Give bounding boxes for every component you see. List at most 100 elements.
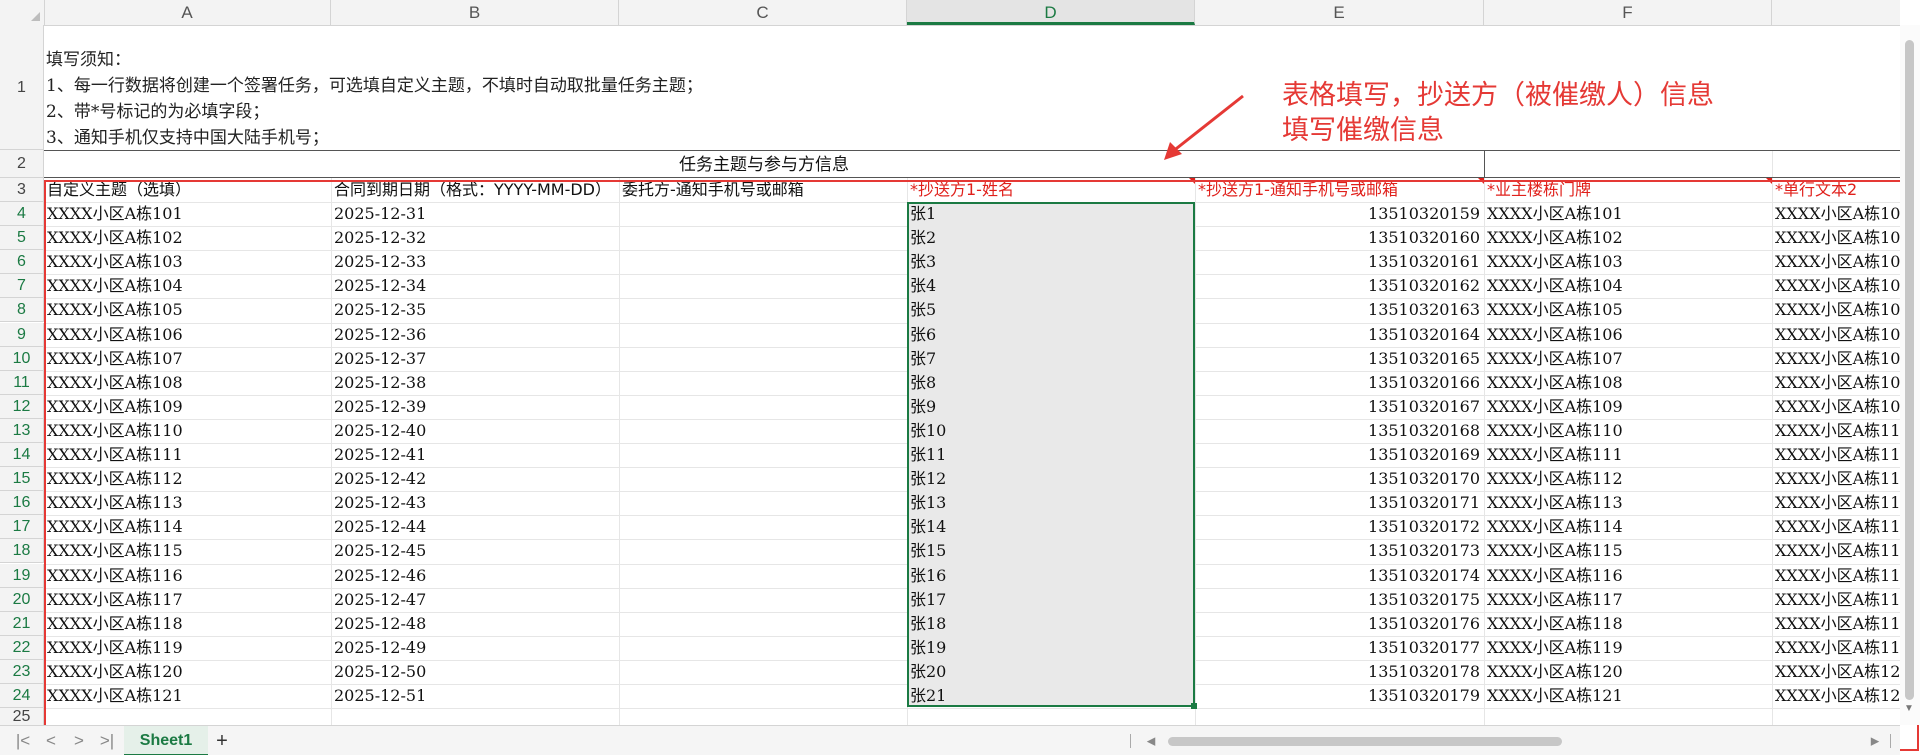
row-header-20[interactable]: 20 bbox=[0, 587, 44, 612]
cell-theme[interactable]: XXXX小区A栋109 bbox=[44, 395, 331, 419]
cell-cc-phone[interactable]: 13510320159 bbox=[1195, 202, 1484, 226]
cell-cc-phone[interactable]: 13510320176 bbox=[1195, 612, 1484, 636]
cell-theme[interactable]: XXXX小区A栋102 bbox=[44, 226, 331, 250]
row-header-13[interactable]: 13 bbox=[0, 418, 44, 443]
column-header-b[interactable]: B bbox=[331, 0, 619, 25]
cell-cc-phone[interactable]: 13510320179 bbox=[1195, 684, 1484, 708]
scroll-right-icon[interactable]: ▸ bbox=[1864, 726, 1886, 755]
cell-unit[interactable]: XXXX小区A栋101 bbox=[1484, 202, 1772, 226]
cell-due-date[interactable]: 2025-12-37 bbox=[331, 347, 619, 371]
cell-due-date[interactable]: 2025-12-45 bbox=[331, 539, 619, 563]
row-header-17[interactable]: 17 bbox=[0, 515, 44, 540]
cell-cc-phone[interactable]: 13510320177 bbox=[1195, 636, 1484, 660]
cell-theme[interactable]: XXXX小区A栋111 bbox=[44, 443, 331, 467]
row-header-10[interactable]: 10 bbox=[0, 346, 44, 371]
cell-unit[interactable]: XXXX小区A栋113 bbox=[1484, 491, 1772, 515]
cell-unit[interactable]: XXXX小区A栋119 bbox=[1484, 636, 1772, 660]
cell-due-date[interactable]: 2025-12-41 bbox=[331, 443, 619, 467]
cell-text2[interactable]: XXXX小区A栋120 bbox=[1772, 660, 1920, 684]
cell-theme[interactable]: XXXX小区A栋105 bbox=[44, 298, 331, 322]
cell-text2[interactable]: XXXX小区A栋107 bbox=[1772, 347, 1920, 371]
cell-due-date[interactable]: 2025-12-44 bbox=[331, 515, 619, 539]
cell-cc-name[interactable]: 张8 bbox=[907, 371, 1195, 395]
cell-theme[interactable]: XXXX小区A栋106 bbox=[44, 323, 331, 347]
cell-unit[interactable]: XXXX小区A栋114 bbox=[1484, 515, 1772, 539]
cell-cc-phone[interactable]: 13510320165 bbox=[1195, 347, 1484, 371]
row-header-11[interactable]: 11 bbox=[0, 370, 44, 395]
cell-cc-name[interactable]: 张1 bbox=[907, 202, 1195, 226]
row-header-19[interactable]: 19 bbox=[0, 563, 44, 588]
vertical-scrollbar-thumb[interactable] bbox=[1905, 40, 1914, 700]
cell-unit[interactable]: XXXX小区A栋121 bbox=[1484, 684, 1772, 708]
cell-due-date[interactable]: 2025-12-51 bbox=[331, 684, 619, 708]
cell-cc-phone[interactable]: 13510320174 bbox=[1195, 564, 1484, 588]
row-header-23[interactable]: 23 bbox=[0, 659, 44, 684]
cell-unit[interactable]: XXXX小区A栋103 bbox=[1484, 250, 1772, 274]
cell-due-date[interactable]: 2025-12-40 bbox=[331, 419, 619, 443]
cell-unit[interactable]: XXXX小区A栋118 bbox=[1484, 612, 1772, 636]
cell-cc-phone[interactable]: 13510320173 bbox=[1195, 539, 1484, 563]
row-header-3[interactable]: 3 bbox=[0, 178, 44, 202]
cell-text2[interactable]: XXXX小区A栋121 bbox=[1772, 684, 1920, 708]
cell-theme[interactable]: XXXX小区A栋112 bbox=[44, 467, 331, 491]
cell-due-date[interactable]: 2025-12-50 bbox=[331, 660, 619, 684]
cell-cc-name[interactable]: 张12 bbox=[907, 467, 1195, 491]
cell-cc-phone[interactable]: 13510320169 bbox=[1195, 443, 1484, 467]
cell-text2[interactable]: XXXX小区A栋113 bbox=[1772, 491, 1920, 515]
cell-text2[interactable]: XXXX小区A栋119 bbox=[1772, 636, 1920, 660]
row-header-15[interactable]: 15 bbox=[0, 467, 44, 492]
column-header-e[interactable]: E bbox=[1195, 0, 1484, 25]
row-header-2[interactable]: 2 bbox=[0, 150, 44, 178]
cell-cc-name[interactable]: 张2 bbox=[907, 226, 1195, 250]
cell-theme[interactable]: XXXX小区A栋101 bbox=[44, 202, 331, 226]
row-header-7[interactable]: 7 bbox=[0, 274, 44, 299]
row-header-4[interactable]: 4 bbox=[0, 202, 44, 227]
cell-cc-name[interactable]: 张5 bbox=[907, 298, 1195, 322]
cell-text2[interactable]: XXXX小区A栋103 bbox=[1772, 250, 1920, 274]
cell-due-date[interactable]: 2025-12-42 bbox=[331, 467, 619, 491]
sheet-tab-sheet1[interactable]: Sheet1 bbox=[124, 726, 208, 755]
cell-theme[interactable]: XXXX小区A栋103 bbox=[44, 250, 331, 274]
add-sheet-button[interactable]: + bbox=[210, 726, 234, 755]
scroll-down-icon[interactable]: ▼ bbox=[1904, 703, 1914, 714]
merged-header-cell-right[interactable] bbox=[1484, 150, 1900, 178]
cell-unit[interactable]: XXXX小区A栋108 bbox=[1484, 371, 1772, 395]
cell-theme[interactable]: XXXX小区A栋120 bbox=[44, 660, 331, 684]
cell-cc-name[interactable]: 张9 bbox=[907, 395, 1195, 419]
cell-cc-phone[interactable]: 13510320175 bbox=[1195, 588, 1484, 612]
horizontal-scrollbar-thumb[interactable] bbox=[1168, 737, 1562, 746]
row-header-14[interactable]: 14 bbox=[0, 443, 44, 468]
row-header-16[interactable]: 16 bbox=[0, 491, 44, 516]
cell-unit[interactable]: XXXX小区A栋115 bbox=[1484, 539, 1772, 563]
header-cell-5[interactable]: *业主楼栋门牌 bbox=[1484, 178, 1772, 202]
cell-text2[interactable]: XXXX小区A栋102 bbox=[1772, 226, 1920, 250]
cell-theme[interactable]: XXXX小区A栋113 bbox=[44, 491, 331, 515]
cell-cc-phone[interactable]: 13510320161 bbox=[1195, 250, 1484, 274]
row-header-25[interactable]: 25 bbox=[0, 708, 44, 727]
cell-unit[interactable]: XXXX小区A栋110 bbox=[1484, 419, 1772, 443]
cell-cc-name[interactable]: 张21 bbox=[907, 684, 1195, 708]
cell-due-date[interactable]: 2025-12-32 bbox=[331, 226, 619, 250]
scroll-left-icon[interactable]: ◂ bbox=[1140, 726, 1162, 755]
cell-cc-name[interactable]: 张19 bbox=[907, 636, 1195, 660]
cell-unit[interactable]: XXXX小区A栋111 bbox=[1484, 443, 1772, 467]
cell-due-date[interactable]: 2025-12-47 bbox=[331, 588, 619, 612]
header-cell-2[interactable]: 委托方-通知手机号或邮箱 bbox=[619, 178, 907, 202]
cell-cc-phone[interactable]: 13510320160 bbox=[1195, 226, 1484, 250]
cell-cc-name[interactable]: 张11 bbox=[907, 443, 1195, 467]
cell-cc-name[interactable]: 张3 bbox=[907, 250, 1195, 274]
row-header-22[interactable]: 22 bbox=[0, 635, 44, 660]
cell-cc-phone[interactable]: 13510320168 bbox=[1195, 419, 1484, 443]
cell-cc-name[interactable]: 张10 bbox=[907, 419, 1195, 443]
cell-theme[interactable]: XXXX小区A栋117 bbox=[44, 588, 331, 612]
cell-text2[interactable]: XXXX小区A栋110 bbox=[1772, 419, 1920, 443]
cell-theme[interactable]: XXXX小区A栋119 bbox=[44, 636, 331, 660]
header-cell-3[interactable]: *抄送方1-姓名 bbox=[907, 178, 1195, 202]
cell-due-date[interactable]: 2025-12-49 bbox=[331, 636, 619, 660]
cell-unit[interactable]: XXXX小区A栋117 bbox=[1484, 588, 1772, 612]
cell-text2[interactable]: XXXX小区A栋117 bbox=[1772, 588, 1920, 612]
cell-theme[interactable]: XXXX小区A栋108 bbox=[44, 371, 331, 395]
cell-theme[interactable]: XXXX小区A栋104 bbox=[44, 274, 331, 298]
header-cell-0[interactable]: 自定义主题（选填） bbox=[44, 178, 331, 202]
column-header-a[interactable]: A bbox=[44, 0, 331, 25]
